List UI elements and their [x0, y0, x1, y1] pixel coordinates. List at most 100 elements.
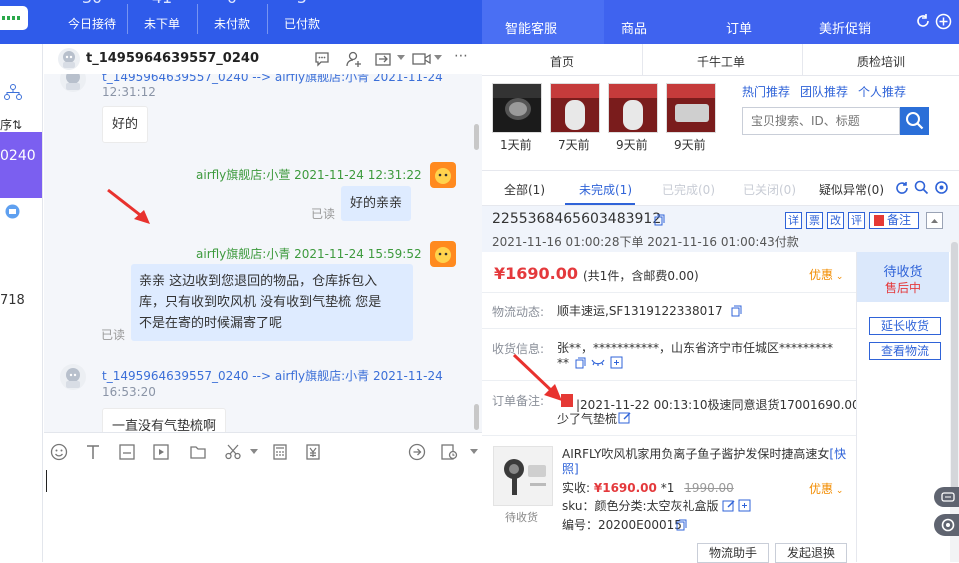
copy-icon[interactable] — [676, 519, 687, 531]
tab-closed[interactable]: 已关闭(0) — [743, 181, 796, 198]
copy-icon[interactable] — [654, 214, 665, 226]
add-note-button[interactable]: 备注 — [869, 212, 919, 229]
history-icon[interactable] — [440, 443, 458, 461]
extend-receipt-button[interactable]: 延长收货 — [869, 317, 941, 335]
product-thumbnail[interactable] — [550, 83, 600, 133]
chat-scrollbar[interactable] — [474, 404, 479, 430]
tab-unfinished[interactable]: 未完成(1) — [579, 181, 632, 198]
message-line: 不是在寄的时候漏寄了呢 — [139, 316, 283, 331]
settings-icon[interactable] — [934, 180, 949, 195]
link-hot-recommend[interactable]: 热门推荐 — [742, 83, 790, 100]
tab-goods[interactable]: 商品 — [621, 18, 647, 37]
chat-scrollbar[interactable] — [474, 124, 479, 150]
mail-icon[interactable] — [5, 204, 20, 219]
chevron-down-icon[interactable] — [434, 55, 442, 61]
screenshot-icon[interactable] — [118, 443, 136, 461]
chat-float-button[interactable] — [934, 487, 959, 507]
order-id[interactable]: 2255368465603483912 — [492, 211, 661, 227]
panel-scrollbar-thumb[interactable] — [951, 242, 958, 492]
more-icon[interactable]: ⋯ — [454, 48, 469, 64]
item-thumbnail[interactable] — [493, 446, 553, 506]
initiate-refund-button[interactable]: 发起退换 — [775, 543, 847, 563]
video-icon[interactable] — [412, 51, 432, 67]
edit-icon[interactable] — [722, 499, 735, 512]
product-thumbnail[interactable] — [492, 83, 542, 133]
divider — [482, 292, 856, 293]
app-logo-icon[interactable] — [0, 6, 28, 30]
snapshot-link-cont[interactable]: 照] — [562, 461, 579, 477]
modify-button[interactable]: 改 — [827, 212, 844, 229]
divider — [802, 44, 803, 76]
subnav-home[interactable]: 首页 — [550, 53, 574, 70]
edit-icon[interactable] — [618, 411, 631, 424]
detail-button[interactable]: 详 — [785, 212, 802, 229]
address-value[interactable]: 张**，***********，山东省济宁市任城区********* — [557, 340, 833, 356]
refresh-icon[interactable] — [895, 181, 909, 195]
show-password-icon[interactable] — [591, 356, 605, 368]
chat-history[interactable]: t_1495964639557_0240 --> airfly旗舰店:小青 20… — [44, 74, 482, 432]
quick-reply-icon[interactable] — [408, 443, 426, 461]
link-team-recommend[interactable]: 团队推荐 — [800, 83, 848, 100]
message-input[interactable] — [44, 470, 482, 562]
org-chart-icon[interactable] — [4, 84, 22, 100]
chevron-down-icon[interactable] — [470, 449, 478, 455]
chevron-down-icon[interactable] — [397, 55, 405, 61]
tab-smart-service[interactable]: 智能客服 — [505, 18, 557, 37]
product-search-input[interactable] — [743, 108, 893, 134]
tab-all-orders[interactable]: 全部(1) — [504, 181, 545, 198]
settings-float-button[interactable] — [934, 514, 959, 536]
product-thumbnail[interactable] — [608, 83, 658, 133]
chat-bubble-icon[interactable] — [313, 50, 331, 68]
message-bubble-agent[interactable]: 亲亲 这边收到您退回的物品，仓库拆包入 库，只有收到吹风机 没有收到气垫梳 您是… — [131, 264, 413, 341]
ring-icon[interactable] — [738, 499, 751, 512]
review-button[interactable]: 评 — [848, 212, 865, 229]
snapshot-link[interactable]: [快 — [829, 447, 846, 461]
folder-icon[interactable] — [189, 443, 207, 461]
copy-icon[interactable] — [731, 305, 742, 317]
font-icon[interactable] — [84, 443, 102, 461]
order-filter-tabs: 全部(1) 未完成(1) 已完成(0) 已关闭(0) 疑似异常(0) — [482, 170, 959, 206]
sort-label[interactable]: 序⇅ — [0, 116, 22, 133]
tab-promotion[interactable]: 美折促销 — [819, 18, 871, 37]
ring-icon[interactable] — [610, 356, 623, 369]
subnav-quality-training[interactable]: 质检培训 — [857, 53, 905, 70]
transfer-icon[interactable] — [374, 50, 392, 68]
calculator-icon[interactable] — [271, 443, 289, 461]
video-file-icon[interactable] — [152, 443, 170, 461]
search-icon[interactable] — [914, 180, 929, 195]
message-bubble-agent[interactable]: 好的亲亲 — [341, 186, 412, 221]
copy-icon[interactable] — [575, 357, 586, 369]
contact-id-fragment[interactable]: 718 — [0, 293, 25, 308]
add-member-icon[interactable] — [345, 50, 363, 68]
active-contact-item[interactable]: 0240 — [0, 132, 42, 198]
tab-finished[interactable]: 已完成(0) — [662, 181, 715, 198]
invoice-button[interactable]: 票 — [806, 212, 823, 229]
message-bubble-customer[interactable]: 一直没有气垫梳啊 — [102, 408, 227, 432]
scissors-icon[interactable] — [224, 443, 242, 461]
product-time: 7天前 — [558, 138, 590, 152]
logistics-value[interactable]: 顺丰速运,SF1319122338017 — [557, 303, 723, 319]
search-button[interactable] — [900, 107, 929, 135]
discount-dropdown[interactable]: 优惠 ⌄ — [809, 266, 843, 283]
item-discount-dropdown[interactable]: 优惠 ⌄ — [809, 480, 843, 497]
refresh-icon[interactable] — [915, 13, 931, 29]
message-line: 库，只有收到吹风机 没有收到气垫梳 您是 — [139, 295, 382, 310]
view-logistics-button[interactable]: 查看物流 — [869, 342, 941, 360]
item-title[interactable]: AIRFLY吹风机家用负离子鱼子酱护发保时捷高速女[快 — [562, 446, 846, 462]
message-bubble-customer[interactable]: 好的 — [102, 106, 149, 143]
flag-icon — [874, 215, 884, 226]
product-thumbnail[interactable] — [666, 83, 716, 133]
stat-label: 已付款 — [283, 17, 320, 31]
currency-icon[interactable] — [304, 443, 322, 461]
link-personal-recommend[interactable]: 个人推荐 — [858, 83, 906, 100]
logistics-helper-button[interactable]: 物流助手 — [697, 543, 769, 563]
contact-avatar[interactable] — [58, 48, 80, 70]
tab-suspected-abnormal[interactable]: 疑似异常(0) — [819, 181, 884, 198]
chevron-down-icon[interactable] — [250, 449, 258, 455]
add-icon[interactable] — [935, 13, 952, 30]
subnav-workorder[interactable]: 千牛工单 — [697, 53, 745, 70]
collapse-button[interactable] — [926, 212, 943, 229]
emoji-icon[interactable] — [50, 443, 68, 461]
tab-orders[interactable]: 订单 — [726, 18, 752, 37]
product-search-field[interactable] — [742, 107, 900, 135]
